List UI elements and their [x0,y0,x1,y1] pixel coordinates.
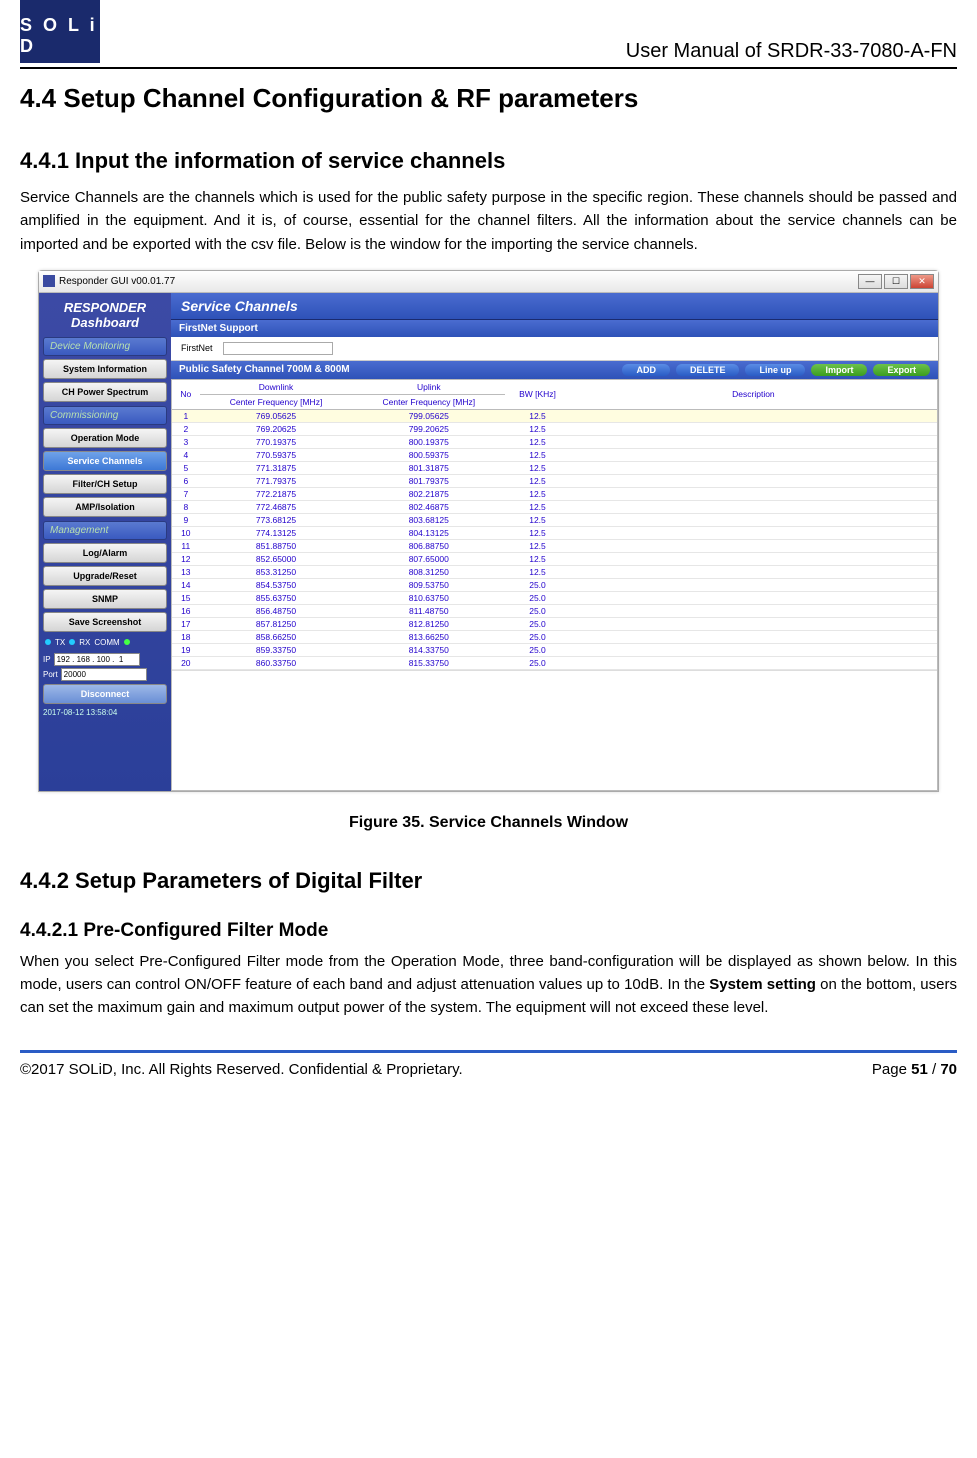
port-input[interactable] [61,668,147,681]
table-blank [172,670,937,790]
table-row[interactable]: 13853.31250808.3125012.5 [172,565,937,578]
firstnet-input[interactable] [223,342,333,355]
th-dl-cf: Center Frequency [MHz] [200,394,353,409]
table-row[interactable]: 19859.33750814.3375025.0 [172,643,937,656]
table-row[interactable]: 4770.59375800.5937512.5 [172,448,937,461]
maximize-button[interactable]: ☐ [884,274,908,289]
section-4-4-2-title: 4.4.2 Setup Parameters of Digital Filter [20,868,957,894]
table-row[interactable]: 8772.46875802.4687512.5 [172,500,937,513]
th-bw: BW [KHz] [505,380,570,410]
table-row[interactable]: 18858.66250813.6625025.0 [172,630,937,643]
logo: S O L i D [20,0,100,63]
sidebar-save-screenshot[interactable]: Save Screenshot [43,612,167,632]
table-row[interactable]: 10774.13125804.1312512.5 [172,526,937,539]
sidebar-amp-isolation[interactable]: AMP/Isolation [43,497,167,517]
table-row[interactable]: 9773.68125803.6812512.5 [172,513,937,526]
table-row[interactable]: 17857.81250812.8125025.0 [172,617,937,630]
th-downlink: Downlink [200,380,353,395]
disconnect-button[interactable]: Disconnect [43,684,167,704]
sidebar-log-alarm[interactable]: Log/Alarm [43,543,167,563]
ip-label: IP [43,655,51,664]
minimize-button[interactable]: — [858,274,882,289]
channel-table: No Downlink Uplink BW [KHz] Description … [172,380,937,670]
sidebar-service-channels[interactable]: Service Channels [43,451,167,471]
table-row[interactable]: 20860.33750815.3375025.0 [172,656,937,669]
table-row[interactable]: 2769.20625799.2062512.5 [172,422,937,435]
th-uplink: Uplink [352,380,505,395]
safety-header: Public Safety Channel 700M & 800M ADD DE… [171,361,938,379]
sidebar: RESPONDER Dashboard Device Monitoring Sy… [39,293,171,791]
table-row[interactable]: 11851.88750806.8875012.5 [172,539,937,552]
section-4-4-2-1-title: 4.4.2.1 Pre-Configured Filter Mode [20,920,957,942]
sidebar-operation-mode[interactable]: Operation Mode [43,428,167,448]
port-label: Port [43,670,58,679]
add-button[interactable]: ADD [622,364,670,376]
manual-title: User Manual of SRDR-33-7080-A-FN [626,40,957,63]
table-row[interactable]: 6771.79375801.7937512.5 [172,474,937,487]
timestamp: 2017-08-12 13:58:04 [43,708,167,717]
app-icon [43,275,55,287]
footer-left: ©2017 SOLiD, Inc. All Rights Reserved. C… [20,1061,463,1078]
tx-led-icon [45,639,51,645]
delete-button[interactable]: DELETE [676,364,740,376]
table-row[interactable]: 14854.53750809.5375025.0 [172,578,937,591]
footer-right: Page 51 / 70 [872,1061,957,1078]
app-window: Responder GUI v00.01.77 — ☐ ✕ RESPONDER … [38,270,939,792]
table-row[interactable]: 7772.21875802.2187512.5 [172,487,937,500]
window-title: Responder GUI v00.01.77 [59,276,175,287]
th-no: No [172,380,200,410]
sidebar-filter-ch-setup[interactable]: Filter/CH Setup [43,474,167,494]
section-4-4-title: 4.4 Setup Channel Configuration & RF par… [20,83,957,114]
figure-caption: Figure 35. Service Channels Window [20,814,957,832]
table-row[interactable]: 15855.63750810.6375025.0 [172,591,937,604]
sidebar-upgrade-reset[interactable]: Upgrade/Reset [43,566,167,586]
sidebar-ch-power-spectrum[interactable]: CH Power Spectrum [43,382,167,402]
section-4-4-1-para: Service Channels are the channels which … [20,186,957,256]
comm-led-icon [124,639,130,645]
th-desc: Description [570,380,937,410]
import-button[interactable]: Import [811,364,867,376]
txrx-indicators: TX RX COMM [45,638,165,647]
sidebar-group-management: Management [43,521,167,540]
main-panel: Service Channels FirstNet Support FirstN… [171,293,938,791]
firstnet-label: FirstNet [181,343,213,353]
sidebar-snmp[interactable]: SNMP [43,589,167,609]
table-row[interactable]: 12852.65000807.6500012.5 [172,552,937,565]
sidebar-title: RESPONDER Dashboard [43,301,167,331]
titlebar: Responder GUI v00.01.77 — ☐ ✕ [39,271,938,293]
ip-input[interactable] [54,653,140,666]
sidebar-group-monitoring: Device Monitoring [43,337,167,356]
table-row[interactable]: 5771.31875801.3187512.5 [172,461,937,474]
close-button[interactable]: ✕ [910,274,934,289]
sidebar-system-information[interactable]: System Information [43,359,167,379]
sidebar-group-commissioning: Commissioning [43,406,167,425]
table-row[interactable]: 16856.48750811.4875025.0 [172,604,937,617]
table-row[interactable]: 3770.19375800.1937512.5 [172,435,937,448]
lineup-button[interactable]: Line up [745,364,805,376]
rx-led-icon [69,639,75,645]
table-row[interactable]: 1769.05625799.0562512.5 [172,409,937,422]
firstnet-header: FirstNet Support [171,320,938,337]
section-4-4-1-title: 4.4.1 Input the information of service c… [20,148,957,174]
section-4-4-2-1-para: When you select Pre-Configured Filter mo… [20,950,957,1020]
panel-title: Service Channels [171,293,938,320]
th-ul-cf: Center Frequency [MHz] [352,394,505,409]
export-button[interactable]: Export [873,364,930,376]
